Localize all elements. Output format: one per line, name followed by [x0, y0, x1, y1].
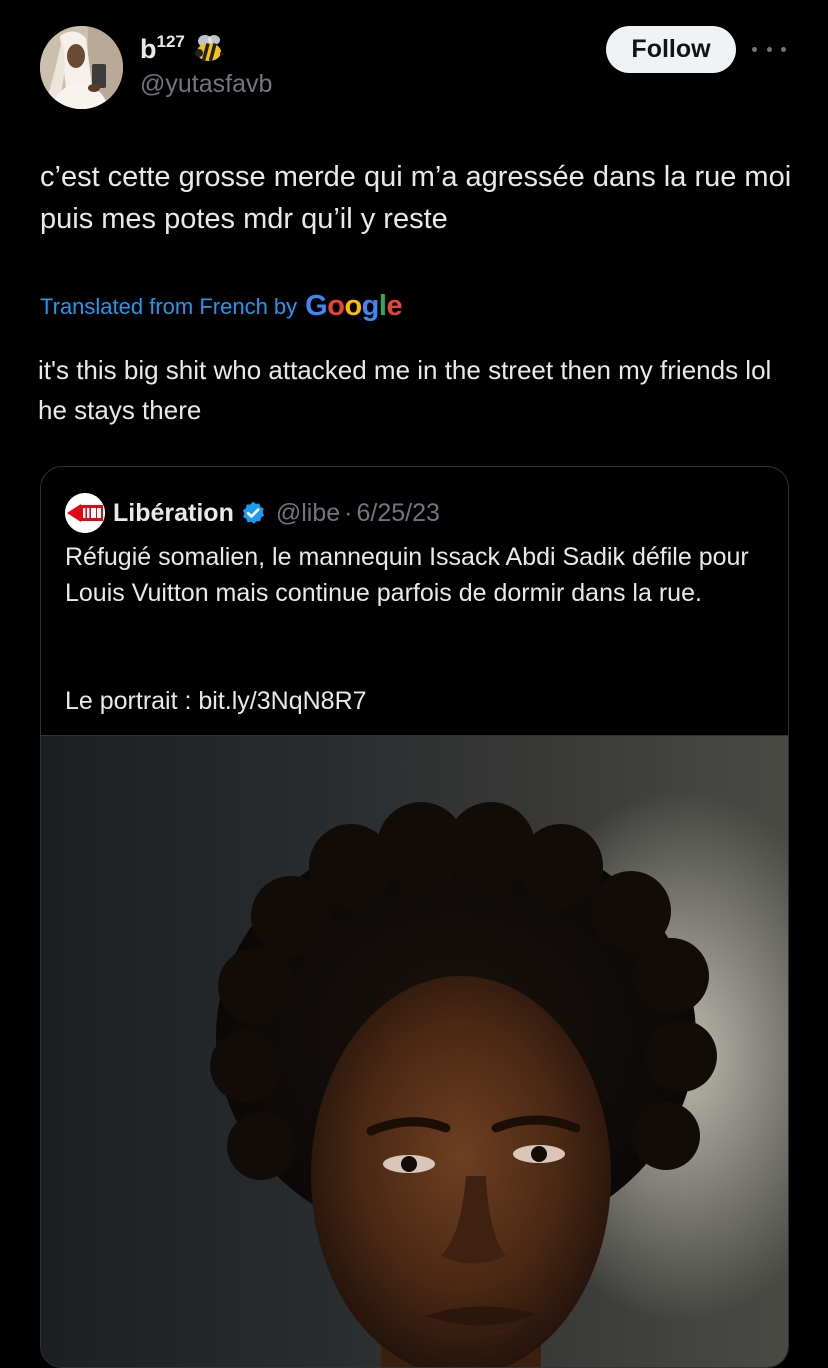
more-dot	[781, 46, 786, 52]
quote-link-text: Le portrait : bit.ly/3NqN8R7	[65, 687, 367, 715]
display-name-superscript: 127	[156, 32, 185, 51]
portrait-illustration	[210, 802, 717, 1367]
more-dot	[752, 46, 757, 52]
portrait-photo[interactable]	[41, 735, 788, 1367]
quote-header: Libération @libe · 6/25/23	[65, 493, 440, 533]
avatar-image	[40, 26, 123, 109]
translation-text: it's this big shit who attacked me in th…	[38, 355, 772, 425]
verified-badge-icon	[242, 501, 264, 524]
quote-author-handle[interactable]: @libe	[276, 499, 340, 528]
bee-icon	[193, 34, 227, 64]
translation-attribution[interactable]: Translated from French by Google	[40, 290, 403, 323]
more-dot	[766, 46, 772, 52]
follow-button[interactable]: Follow	[606, 26, 736, 73]
tweet-text: c’est cette grosse merde qui m’a agressé…	[40, 161, 792, 235]
more-horizontal-icon[interactable]	[752, 38, 786, 60]
display-name[interactable]: b127	[140, 32, 185, 65]
quote-tweet-card[interactable]: Libération @libe · 6/25/23 Réfugié somal…	[40, 466, 789, 1368]
avatar[interactable]	[40, 26, 123, 109]
quote-author-name[interactable]: Libération	[113, 499, 234, 528]
author-handle[interactable]: @yutasfavb	[140, 70, 272, 99]
quote-text: Réfugié somalien, le mannequin Issack Ab…	[65, 543, 749, 607]
translated-label: Translated from French by	[40, 293, 298, 319]
libe-logo-icon	[65, 493, 105, 533]
author-name-row[interactable]: b127	[140, 32, 227, 65]
quote-separator: ·	[344, 498, 353, 527]
google-logo: Google	[305, 290, 403, 322]
quote-date[interactable]: 6/25/23	[356, 499, 439, 528]
